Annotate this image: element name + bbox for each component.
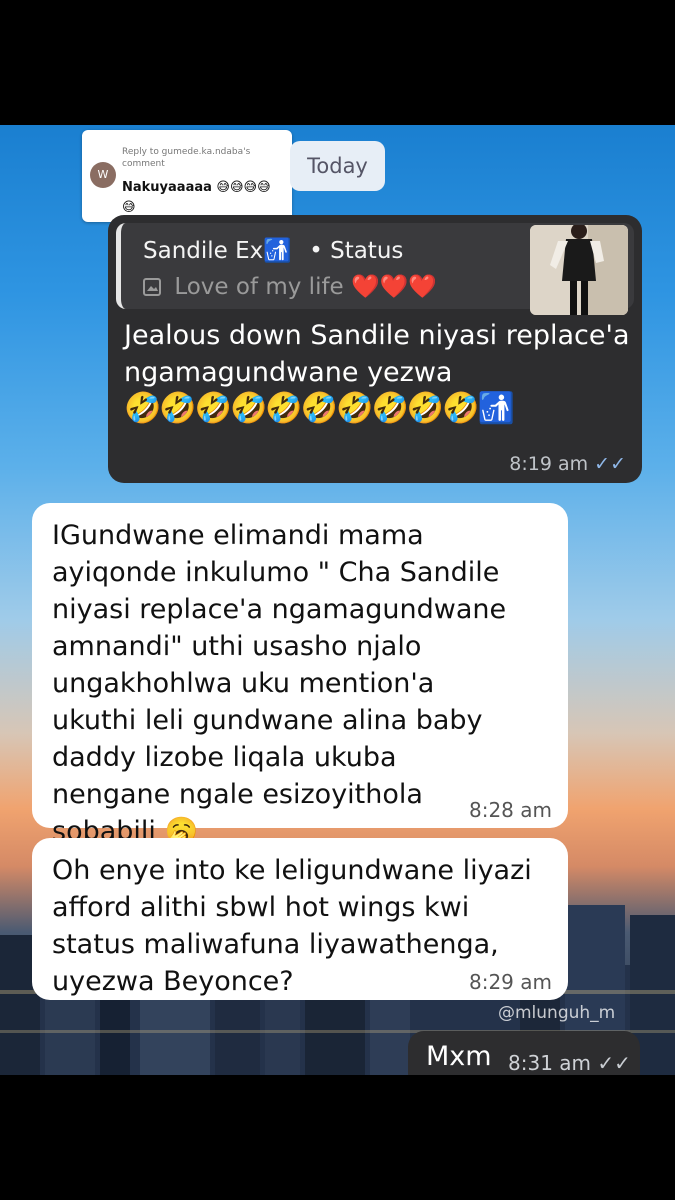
timestamp-text: 8:19 am — [509, 453, 589, 475]
message-timestamp: 8:29 am — [468, 970, 552, 994]
reply-comment-text: Nakuyaaaaa 😅😅😅😅😅 — [122, 180, 271, 215]
incoming-message-bubble[interactable]: IGundwane elimandi mama ayiqonde inkulum… — [32, 503, 568, 847]
reply-header: Reply to gumede.ka.ndaba's comment — [122, 147, 251, 169]
date-separator: Today — [290, 141, 385, 191]
delivered-ticks-icon: ✓✓ — [597, 1051, 631, 1075]
message-text: Mxm — [426, 1041, 492, 1072]
watermark: @mlunguh_m — [498, 1003, 616, 1023]
avatar: W — [90, 162, 116, 188]
quoted-caption: Love of my life ❤️❤️❤️ — [174, 274, 437, 300]
status-thumbnail[interactable] — [530, 225, 628, 315]
message-timestamp: 8:28 am — [468, 798, 552, 822]
image-icon — [143, 278, 161, 296]
incoming-message-bubble[interactable]: Oh enye into ke leligundwane liyazi affo… — [32, 838, 568, 1000]
message-timestamp: 8:19 am ✓✓ — [509, 453, 626, 475]
outgoing-message-bubble[interactable]: Mxm 8:31 am ✓✓ — [408, 1031, 640, 1075]
reply-comment-card[interactable]: W Reply to gumede.ka.ndaba's comment Nak… — [82, 130, 292, 222]
emoji-row: 🤣🤣🤣🤣🤣🤣🤣🤣🤣🤣🚮 — [124, 391, 515, 426]
message-text: IGundwane elimandi mama ayiqonde inkulum… — [52, 520, 507, 847]
quoted-status[interactable]: Sandile Ex🚮 • Status Love of my life ❤️❤… — [116, 223, 634, 315]
quoted-source-label: • Status — [309, 238, 404, 264]
timestamp-text: 8:31 am — [508, 1051, 592, 1075]
outgoing-message-bubble[interactable]: Sandile Ex🚮 • Status Love of my life ❤️❤… — [108, 215, 642, 483]
quoted-caption-line: Love of my life ❤️❤️❤️ — [143, 273, 437, 300]
quoted-contact-name: Sandile Ex🚮 — [143, 238, 292, 264]
status-thumbnail-image — [530, 225, 628, 315]
message-timestamp: 8:31 am ✓✓ — [508, 1051, 631, 1075]
read-ticks-icon: ✓✓ — [594, 453, 626, 475]
chat-screen: W Reply to gumede.ka.ndaba's comment Nak… — [0, 125, 675, 1075]
quoted-contact-line: Sandile Ex🚮 • Status — [143, 237, 403, 264]
message-text: Jealous down Sandile niyasi replace'a ng… — [124, 320, 630, 388]
